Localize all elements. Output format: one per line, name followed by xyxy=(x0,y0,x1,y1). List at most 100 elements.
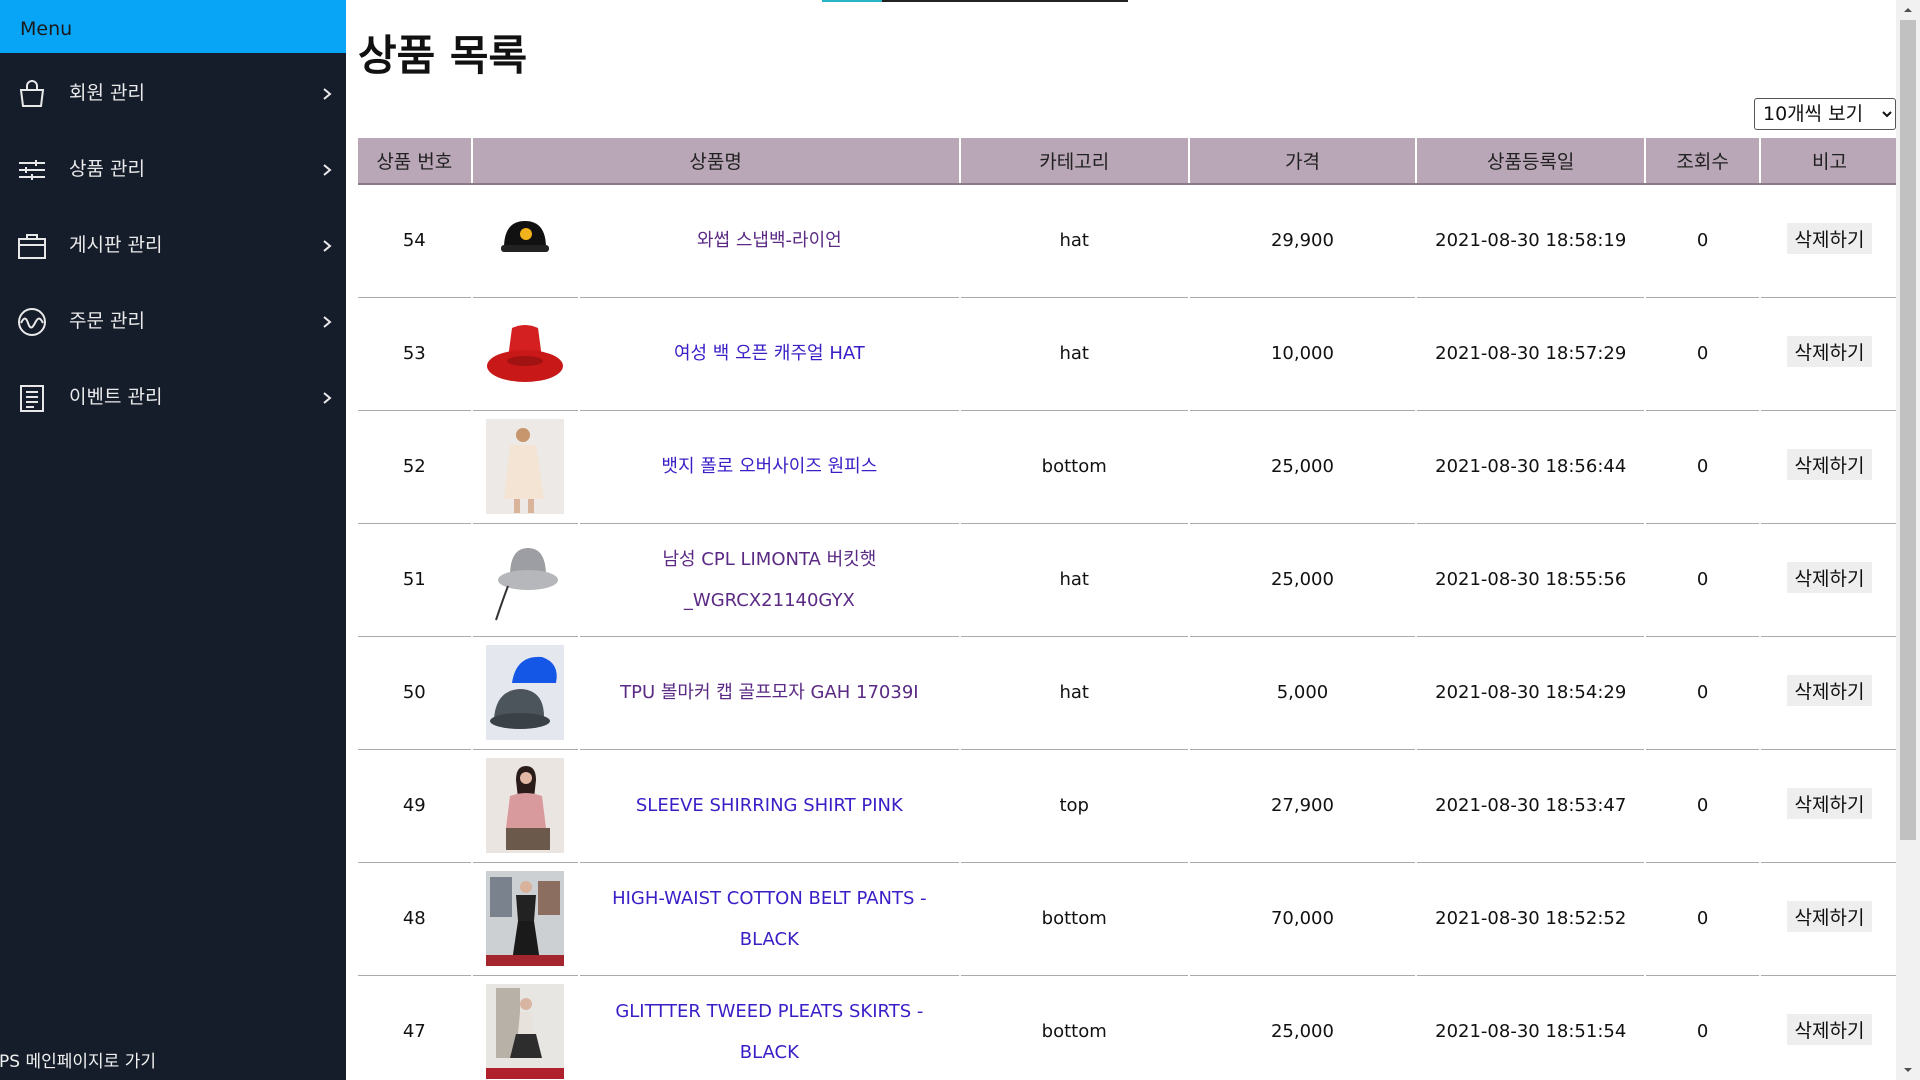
product-category: hat xyxy=(958,523,1189,637)
column-header-views: 조회수 xyxy=(1644,138,1760,185)
product-thumbnail[interactable] xyxy=(470,975,580,1080)
chevron-right-icon xyxy=(323,240,332,252)
column-header-name: 상품명 xyxy=(470,138,960,185)
product-image[interactable] xyxy=(486,984,565,1079)
product-thumbnail[interactable] xyxy=(470,636,580,750)
product-category: hat xyxy=(958,297,1189,411)
sidebar-item-products[interactable]: 상품 관리 xyxy=(0,129,346,205)
product-category: hat xyxy=(958,184,1189,298)
product-views: 0 xyxy=(1644,523,1760,637)
sidebar-item-orders[interactable]: 주문 관리 xyxy=(0,281,346,357)
shopping-bag-icon xyxy=(19,80,45,107)
product-thumbnail[interactable] xyxy=(470,184,580,298)
product-price: 25,000 xyxy=(1187,410,1417,524)
column-header-price: 가격 xyxy=(1187,138,1417,185)
sidebar-item-events[interactable]: 이벤트 관리 xyxy=(0,357,346,433)
product-price: 10,000 xyxy=(1187,297,1417,411)
product-date: 2021-08-30 18:58:19 xyxy=(1415,184,1646,298)
delete-button[interactable]: 삭제하기 xyxy=(1786,788,1873,819)
product-price: 27,900 xyxy=(1187,749,1417,863)
product-number: 49 xyxy=(358,749,472,863)
product-views: 0 xyxy=(1644,184,1760,298)
product-number: 53 xyxy=(358,297,472,411)
product-image[interactable] xyxy=(486,532,565,627)
product-image[interactable] xyxy=(486,871,565,966)
product-name-link[interactable]: TPU 볼마커 캡 골프모자 GAH 17039I xyxy=(608,672,930,713)
page-title: 상품 목록 xyxy=(358,31,528,80)
product-category: hat xyxy=(958,636,1189,750)
column-header-note: 비고 xyxy=(1758,138,1896,185)
product-number: 50 xyxy=(358,636,472,750)
table-row: 51 남성 CPL LIMONTA 버킷햇 _WGRCX21140GYX hat… xyxy=(358,523,1896,637)
product-date: 2021-08-30 18:55:56 xyxy=(1415,523,1646,637)
delete-button[interactable]: 삭제하기 xyxy=(1786,901,1873,932)
delete-button[interactable]: 삭제하기 xyxy=(1786,336,1873,367)
product-name-link[interactable]: 남성 CPL LIMONTA 버킷햇 _WGRCX21140GYX xyxy=(580,539,958,621)
column-header-category: 카테고리 xyxy=(958,138,1189,185)
product-image[interactable] xyxy=(486,419,565,514)
product-image[interactable] xyxy=(486,645,565,740)
delete-button[interactable]: 삭제하기 xyxy=(1786,1014,1873,1045)
scroll-up-arrow-icon[interactable] xyxy=(1902,4,1914,16)
product-views: 0 xyxy=(1644,410,1760,524)
product-number: 48 xyxy=(358,862,472,976)
product-image[interactable] xyxy=(486,193,565,289)
briefcase-icon xyxy=(18,234,46,259)
sidebar-item-label: 상품 관리 xyxy=(69,158,145,180)
product-views: 0 xyxy=(1644,749,1760,863)
product-table: 상품 번호 상품명 카테고리 가격 상품등록일 조회수 비고 54 와썹 스냅백… xyxy=(358,138,1896,1080)
delete-button[interactable]: 삭제하기 xyxy=(1786,675,1873,706)
sidebar-item-board[interactable]: 게시판 관리 xyxy=(0,205,346,281)
page-size-select[interactable]: 10개씩 보기 xyxy=(1754,98,1896,130)
product-name-link[interactable]: SLEEVE SHIRRING SHIRT PINK xyxy=(624,785,915,826)
product-price: 5,000 xyxy=(1187,636,1417,750)
product-views: 0 xyxy=(1644,297,1760,411)
product-name-link[interactable]: 뱃지 폴로 오버사이즈 원피스 xyxy=(649,446,889,487)
product-price: 25,000 xyxy=(1187,975,1417,1080)
product-image[interactable] xyxy=(486,758,565,853)
scrollbar-thumb[interactable] xyxy=(1900,20,1916,840)
product-category: top xyxy=(958,749,1189,863)
activity-icon xyxy=(18,308,46,336)
product-image[interactable] xyxy=(486,306,565,401)
product-thumbnail[interactable] xyxy=(470,749,580,863)
product-thumbnail[interactable] xyxy=(470,297,580,411)
app-root: Menu 회원 관리 상품 관리 게시판 관리 주문 관리 이벤트 관리 JPS… xyxy=(0,0,1920,1080)
delete-button[interactable]: 삭제하기 xyxy=(1786,562,1873,593)
product-name-link[interactable]: 여성 백 오픈 캐주얼 HAT xyxy=(662,333,877,374)
main-content: 상품 목록 10개씩 보기 상품 번호 상품명 카테고리 가격 상품등록일 조회… xyxy=(346,0,1896,1080)
product-thumbnail[interactable] xyxy=(470,523,580,637)
product-number: 47 xyxy=(358,975,472,1080)
list-document-icon xyxy=(20,385,44,412)
menu-header: Menu xyxy=(0,0,346,53)
scroll-down-arrow-icon[interactable] xyxy=(1902,1064,1914,1076)
table-row: 53 여성 백 오픈 캐주얼 HAT hat 10,000 2021-08-30… xyxy=(358,297,1896,411)
delete-button[interactable]: 삭제하기 xyxy=(1786,223,1873,255)
table-header-row: 상품 번호 상품명 카테고리 가격 상품등록일 조회수 비고 xyxy=(358,138,1896,185)
delete-button[interactable]: 삭제하기 xyxy=(1786,449,1873,480)
main-page-link[interactable]: JPS 메인페이지로 가기 xyxy=(0,1047,346,1072)
table-row: 48 HIGH-WAIST COTTON BELT PANTS - BLACK … xyxy=(358,862,1896,976)
product-category: bottom xyxy=(958,975,1189,1080)
chevron-right-icon xyxy=(323,88,332,100)
product-thumbnail[interactable] xyxy=(470,410,580,524)
table-row: 47 GLITTTER TWEED PLEATS SKIRTS - BLACK … xyxy=(358,975,1896,1080)
table-row: 49 SLEEVE SHIRRING SHIRT PINK top 27,900 xyxy=(358,749,1896,863)
product-thumbnail[interactable] xyxy=(470,862,580,976)
product-name-link[interactable]: HIGH-WAIST COTTON BELT PANTS - BLACK xyxy=(580,878,958,960)
product-name-link[interactable]: GLITTTER TWEED PLEATS SKIRTS - BLACK xyxy=(580,991,958,1073)
product-name-link[interactable]: 와썹 스냅백-라이언 xyxy=(685,220,854,261)
table-row: 52 뱃지 폴로 오버사이즈 원피스 bottom 25,000 2021-08… xyxy=(358,410,1896,524)
sidebar-item-label: 회원 관리 xyxy=(69,82,145,104)
product-category: bottom xyxy=(958,862,1189,976)
sidebar-item-members[interactable]: 회원 관리 xyxy=(0,53,346,129)
sidebar: Menu 회원 관리 상품 관리 게시판 관리 주문 관리 이벤트 관리 JPS… xyxy=(0,0,346,1080)
chevron-right-icon xyxy=(323,316,332,328)
product-price: 25,000 xyxy=(1187,523,1417,637)
product-price: 70,000 xyxy=(1187,862,1417,976)
loading-bar xyxy=(822,0,1128,2)
vertical-scrollbar[interactable] xyxy=(1896,0,1920,1080)
product-category: bottom xyxy=(958,410,1189,524)
product-date: 2021-08-30 18:54:29 xyxy=(1415,636,1646,750)
product-date: 2021-08-30 18:51:54 xyxy=(1415,975,1646,1080)
